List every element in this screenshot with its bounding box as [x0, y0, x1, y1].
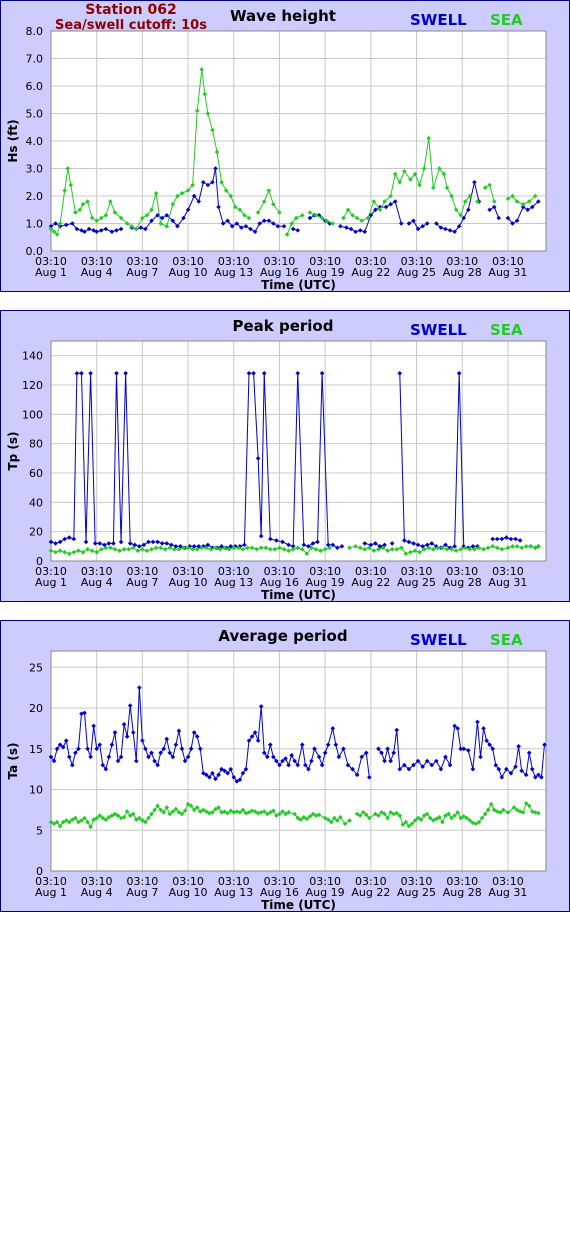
x-tick-date: Aug 10 — [169, 886, 208, 899]
wave-height-panel: Station 062 Sea/swell cutoff: 10s Wave h… — [0, 0, 570, 292]
x-tick-date: Aug 13 — [214, 576, 253, 589]
y-tick-label: 80 — [29, 438, 43, 451]
y-tick-label: 20 — [29, 702, 43, 715]
y-tick-label: 15 — [29, 743, 43, 756]
y-tick-label: 1.0 — [26, 218, 44, 231]
x-tick-date: Aug 31 — [488, 266, 527, 279]
x-tick-date: Aug 31 — [488, 886, 527, 899]
x-tick-date: Aug 1 — [35, 886, 67, 899]
x-tick-date: Aug 25 — [397, 266, 436, 279]
y-axis-label: Hs (ft) — [6, 119, 20, 162]
x-tick-date: Aug 4 — [81, 266, 113, 279]
x-tick-date: Aug 7 — [126, 886, 158, 899]
x-tick-date: Aug 22 — [351, 576, 390, 589]
wave-height-chart: 0.01.02.03.04.05.06.07.08.003:10Aug 103:… — [6, 25, 547, 291]
y-tick-label: 7.0 — [26, 53, 44, 66]
y-axis-label: Tp (s) — [6, 431, 20, 470]
x-axis-label: Time (UTC) — [261, 588, 336, 601]
average-period-chart: 051015202503:10Aug 103:10Aug 403:10Aug 7… — [6, 650, 547, 911]
x-tick-date: Aug 1 — [35, 266, 67, 279]
y-tick-label: 120 — [22, 379, 43, 392]
y-tick-label: 20 — [29, 526, 43, 539]
x-tick-date: Aug 25 — [397, 576, 436, 589]
x-tick-date: Aug 7 — [126, 266, 158, 279]
x-tick-date: Aug 22 — [351, 266, 390, 279]
x-axis-label: Time (UTC) — [261, 278, 336, 291]
y-axis-label: Ta (s) — [6, 742, 20, 779]
x-tick-date: Aug 10 — [169, 266, 208, 279]
x-tick-date: Aug 25 — [397, 886, 436, 899]
y-tick-label: 5.0 — [26, 108, 44, 121]
x-tick-date: Aug 28 — [443, 576, 482, 589]
y-tick-label: 25 — [29, 661, 43, 674]
y-tick-label: 5 — [36, 824, 43, 837]
y-tick-label: 60 — [29, 467, 43, 480]
peak-period-panel: Peak period SWELL SEA 0 20 40 60 80 100 120 140… — [0, 310, 570, 602]
x-tick-date: Aug 1 — [35, 576, 67, 589]
y-tick-label: 2.0 — [26, 190, 44, 203]
average-period-panel: Average period SWELL SEA 0 5 10 15 20 25 03:10… — [0, 620, 570, 912]
x-tick-date: Aug 4 — [81, 576, 113, 589]
x-tick-date: Aug 13 — [214, 266, 253, 279]
x-tick-date: Aug 31 — [488, 576, 527, 589]
x-tick-date: Aug 28 — [443, 266, 482, 279]
y-tick-label: 100 — [22, 408, 43, 421]
x-tick-date: Aug 10 — [169, 576, 208, 589]
x-tick-date: Aug 4 — [81, 886, 113, 899]
peak-period-chart: 02040608010012014003:10Aug 103:10Aug 403… — [6, 340, 547, 601]
y-tick-label: 6.0 — [26, 80, 44, 93]
x-tick-date: Aug 13 — [214, 886, 253, 899]
y-tick-label: 40 — [29, 496, 43, 509]
y-tick-label: 8.0 — [26, 25, 44, 38]
y-tick-label: 140 — [22, 350, 43, 363]
x-tick-date: Aug 22 — [351, 886, 390, 899]
x-axis-label: Time (UTC) — [261, 898, 336, 911]
x-tick-date: Aug 7 — [126, 576, 158, 589]
y-tick-label: 10 — [29, 784, 43, 797]
y-tick-label: 3.0 — [26, 163, 44, 176]
x-tick-date: Aug 28 — [443, 886, 482, 899]
y-tick-label: 4.0 — [26, 135, 44, 148]
